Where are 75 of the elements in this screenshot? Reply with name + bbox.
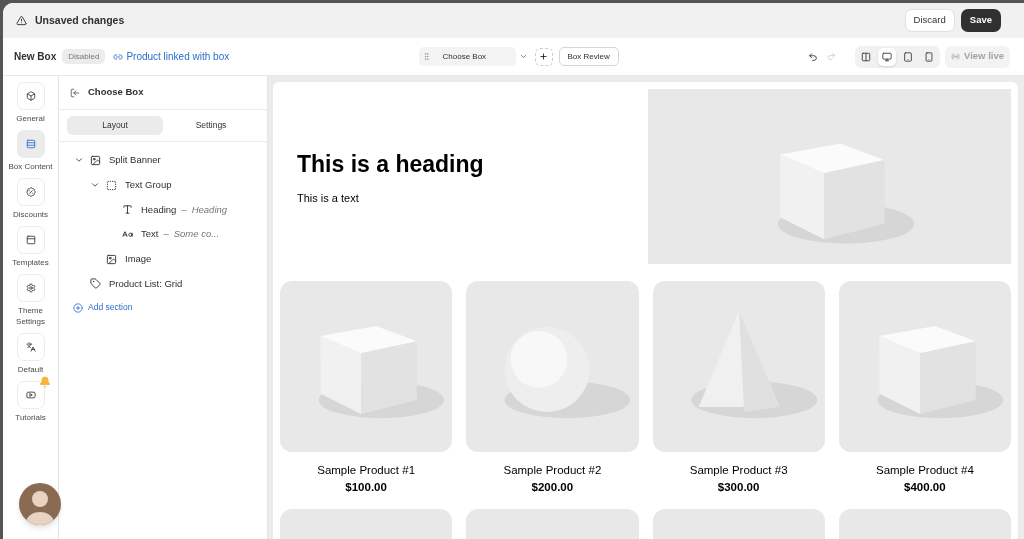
selection-icon: [106, 179, 117, 191]
rail-label: Templates: [11, 257, 50, 268]
rail-button[interactable]: [16, 381, 45, 409]
product-name: Sample Product #1: [317, 463, 416, 478]
undo-icon[interactable]: [808, 51, 819, 62]
video-icon: [25, 390, 36, 400]
plus-icon: [539, 52, 548, 61]
rail-label: Box Content: [7, 161, 54, 172]
box-review-button[interactable]: Box Review: [558, 47, 619, 66]
product-name: Sample Product #2: [503, 463, 602, 478]
save-button[interactable]: Save: [960, 9, 1001, 32]
rail-label: Theme Settings: [15, 305, 46, 327]
panel-title: Choose Box: [88, 85, 144, 100]
status-badge: Disabled: [62, 49, 106, 64]
warning-icon: [16, 15, 27, 26]
tree-item[interactable]: Text Group: [125, 177, 172, 193]
rail-label: General: [15, 113, 46, 124]
text-icon: [122, 204, 133, 216]
desktop-icon: [882, 51, 893, 62]
dropdown-icon[interactable]: [518, 52, 528, 61]
item-detail: Some co...: [173, 227, 220, 242]
drag-handle-icon: [421, 52, 431, 61]
product-price: $400.00: [904, 480, 946, 496]
add-section-button[interactable]: Add section: [73, 301, 133, 314]
product-price: $300.00: [717, 480, 760, 496]
back-icon[interactable]: [70, 87, 80, 98]
box-selector[interactable]: Choose Box: [418, 47, 516, 66]
tree-item[interactable]: Heading: [141, 202, 177, 217]
rail-button[interactable]: [16, 274, 45, 302]
tree-item[interactable]: Text: [141, 227, 159, 242]
rail-label: Tutorials: [14, 412, 47, 423]
rail-button[interactable]: [16, 333, 45, 361]
banner-message: Unsaved changes: [35, 12, 125, 28]
device-button[interactable]: [878, 47, 897, 66]
product-link[interactable]: Product linked with box: [126, 49, 230, 64]
translate-icon: [25, 342, 36, 352]
product-name: Sample Product #3: [689, 463, 788, 478]
box-title: New Box: [14, 50, 57, 64]
rail-button[interactable]: [16, 178, 45, 206]
font-icon: [122, 228, 133, 240]
product-price: $200.00: [531, 480, 574, 496]
discount-icon: [25, 187, 36, 197]
tablet-icon: [903, 51, 914, 62]
tree-item[interactable]: Product List: Grid: [109, 276, 183, 291]
item-detail: Heading: [191, 202, 228, 217]
plus-circle-icon: [73, 302, 83, 313]
template-icon: [25, 235, 36, 245]
discard-button[interactable]: Discard: [904, 9, 955, 32]
rail-label: Discounts: [11, 209, 50, 220]
broadcast-icon: [951, 52, 961, 61]
product-price: $100.00: [345, 480, 387, 496]
separator: –: [181, 202, 187, 217]
rail-label: Default: [16, 364, 45, 375]
rail-button[interactable]: [16, 82, 45, 110]
avatar[interactable]: [19, 483, 61, 525]
image-icon: [90, 154, 101, 166]
tree-item[interactable]: Image: [125, 251, 152, 267]
settings-icon: [25, 283, 36, 293]
rail-button[interactable]: [16, 130, 45, 158]
panel-tab[interactable]: Layout: [67, 116, 163, 135]
separator: –: [163, 227, 169, 242]
cube-icon: [25, 91, 36, 101]
image-icon: [106, 253, 117, 265]
mobile-icon: [924, 51, 935, 62]
tag-icon: [90, 278, 101, 290]
panel-tab[interactable]: Settings: [163, 116, 259, 135]
layout-icon: [25, 139, 36, 149]
banner-text: This is a text: [297, 191, 360, 206]
link-icon: [113, 51, 124, 62]
product-name: Sample Product #4: [875, 463, 974, 478]
fit-icon: [861, 51, 872, 62]
rail-button[interactable]: [16, 226, 45, 254]
tree-item[interactable]: Split Banner: [109, 153, 161, 168]
banner-heading: This is a heading: [297, 149, 485, 179]
add-button[interactable]: [534, 47, 553, 66]
